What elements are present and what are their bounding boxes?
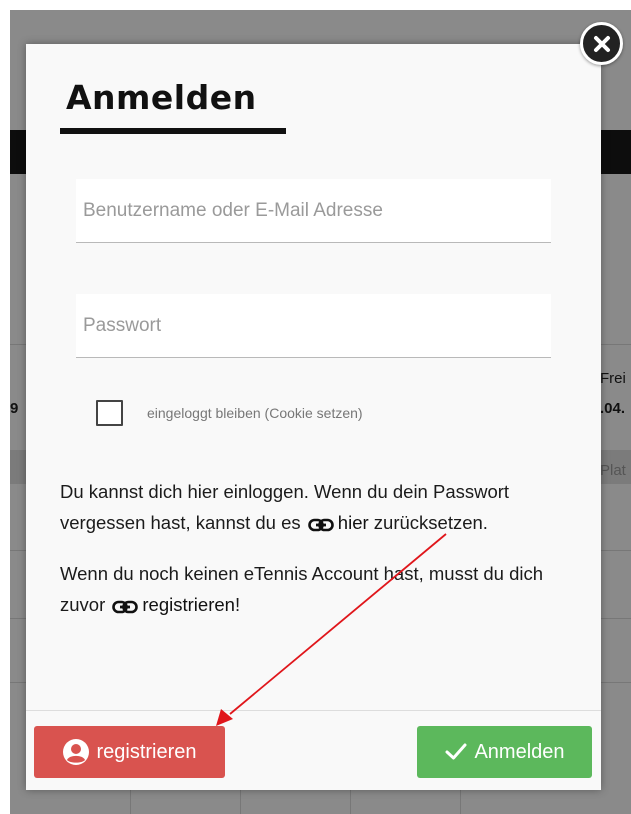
info-text: ! (234, 594, 241, 615)
background-divider (240, 790, 241, 814)
background-text: Plat (600, 462, 626, 479)
reset-info-text: Du kannst dich hier einloggen. Wenn du d… (60, 476, 570, 538)
link-icon (112, 600, 139, 614)
remember-me[interactable]: eingeloggt bleiben (Cookie setzen) (96, 400, 363, 426)
modal-title: Anmelden (66, 78, 257, 117)
background-text: Frei (600, 370, 626, 387)
register-link[interactable]: registrieren (110, 594, 235, 615)
remember-label: eingeloggt bleiben (Cookie setzen) (147, 405, 363, 421)
reset-link-label[interactable]: hier (338, 512, 369, 533)
modal-footer-divider (26, 710, 601, 711)
background-text: 9 (10, 400, 19, 417)
reset-link[interactable]: hier (306, 512, 369, 533)
register-info-text: Wenn du noch keinen eTennis Account hast… (60, 558, 570, 620)
background-divider (460, 790, 461, 814)
register-button[interactable]: registrieren (34, 726, 225, 778)
close-button[interactable] (580, 22, 623, 65)
checkmark-icon (444, 742, 468, 762)
password-input[interactable] (76, 294, 551, 358)
username-input[interactable] (76, 179, 551, 243)
title-underline (60, 128, 286, 134)
info-text: zurücksetzen. (368, 512, 488, 533)
remember-checkbox[interactable] (96, 400, 123, 426)
login-modal: Anmelden eingeloggt bleiben (Cookie setz… (26, 44, 601, 790)
background-divider (130, 790, 131, 814)
login-button[interactable]: Anmelden (417, 726, 592, 778)
login-button-label: Anmelden (474, 740, 565, 763)
register-link-label[interactable]: registrieren (142, 594, 235, 615)
link-icon (307, 518, 334, 532)
background-text: .04. (600, 400, 626, 417)
close-icon (593, 35, 610, 52)
background-divider (350, 790, 351, 814)
register-button-label: registrieren (96, 740, 197, 763)
user-circle-icon (62, 738, 90, 766)
